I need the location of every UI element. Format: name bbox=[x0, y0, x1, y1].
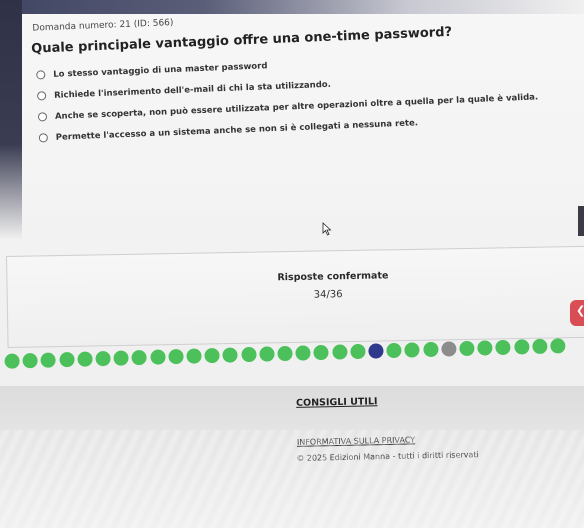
question-nav-dot-14[interactable] bbox=[240, 346, 257, 363]
question-nav-dot-12[interactable] bbox=[204, 347, 220, 364]
question-nav-dot-22[interactable] bbox=[386, 342, 402, 359]
question-nav-dot-26[interactable] bbox=[459, 340, 475, 357]
question-nav-dot-23[interactable] bbox=[404, 342, 421, 358]
question-nav-dot-28[interactable] bbox=[495, 339, 512, 356]
question-nav-dot-18[interactable] bbox=[313, 344, 330, 361]
question-nav-dot-10[interactable] bbox=[168, 348, 184, 365]
question-nav-dot-8[interactable] bbox=[131, 349, 148, 366]
question-nav-dot-16[interactable] bbox=[277, 345, 293, 362]
question-nav-dot-5[interactable] bbox=[77, 351, 93, 367]
radio-icon[interactable] bbox=[38, 133, 49, 143]
footer-title[interactable]: CONSIGLI UTILI bbox=[296, 396, 378, 409]
chevron-left-icon: ❮ bbox=[576, 304, 584, 317]
side-tab[interactable] bbox=[578, 206, 584, 236]
radio-icon[interactable] bbox=[37, 112, 48, 122]
radio-icon[interactable] bbox=[36, 91, 47, 101]
left-edge-shadow bbox=[0, 0, 22, 240]
question-panel: Domanda numero: 21 (ID: 566) Quale princ… bbox=[24, 0, 584, 149]
radio-icon[interactable] bbox=[36, 70, 46, 80]
question-nav-dot-21[interactable] bbox=[368, 343, 384, 359]
quiz-screen: Domanda numero: 21 (ID: 566) Quale princ… bbox=[0, 0, 584, 528]
question-nav-dot-19[interactable] bbox=[331, 344, 348, 360]
question-nav-dot-11[interactable] bbox=[186, 348, 202, 364]
confirmed-answers-count: 34/36 bbox=[313, 289, 343, 301]
question-nav-dot-13[interactable] bbox=[222, 347, 239, 363]
answer-options: Lo stesso vantaggio di una master passwo… bbox=[26, 42, 584, 148]
question-nav-dot-6[interactable] bbox=[95, 350, 111, 367]
question-nav-dot-31[interactable] bbox=[550, 338, 566, 354]
footer bbox=[0, 386, 584, 528]
question-nav-dot-24[interactable] bbox=[422, 341, 439, 358]
confirmed-answers-label: Risposte confermate bbox=[277, 270, 389, 284]
mouse-pointer-icon bbox=[322, 222, 332, 236]
question-nav-dot-17[interactable] bbox=[295, 345, 311, 361]
question-nav-dot-20[interactable] bbox=[350, 343, 366, 360]
question-nav-dot-15[interactable] bbox=[259, 346, 275, 362]
question-nav-dot-1[interactable] bbox=[4, 353, 20, 369]
question-nav-dot-27[interactable] bbox=[477, 340, 493, 356]
question-nav-dot-9[interactable] bbox=[149, 349, 166, 365]
question-nav-dot-2[interactable] bbox=[22, 352, 38, 369]
question-nav-dot-29[interactable] bbox=[513, 339, 530, 355]
next-button[interactable]: ❮ bbox=[570, 300, 584, 326]
question-nav-dot-30[interactable] bbox=[531, 338, 548, 355]
question-nav-dot-4[interactable] bbox=[58, 351, 75, 368]
question-nav-dot-3[interactable] bbox=[40, 352, 57, 368]
question-nav-dot-7[interactable] bbox=[113, 350, 129, 366]
question-nav-dot-25[interactable] bbox=[441, 341, 457, 357]
